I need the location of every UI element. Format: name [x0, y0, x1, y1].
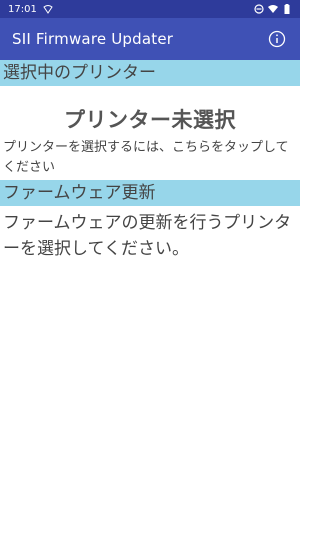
app-title: SII Firmware Updater	[12, 30, 174, 48]
status-bar: 17:01	[0, 0, 300, 18]
firmware-update-message: ファームウェアの更新を行うプリンターを選択してください。	[3, 213, 292, 259]
status-right	[254, 4, 292, 14]
wifi-icon	[268, 4, 278, 14]
do-not-disturb-icon	[254, 4, 264, 14]
wifi-calling-icon	[43, 4, 53, 14]
select-printer-area[interactable]: プリンター未選択 プリンターを選択するには、こちらをタップしてください	[0, 104, 300, 178]
info-button[interactable]	[264, 26, 290, 52]
status-time: 17:01	[8, 3, 37, 15]
selected-printer-header: 選択中のプリンター	[0, 60, 300, 86]
firmware-update-header: ファームウェア更新	[0, 180, 300, 206]
app-bar: SII Firmware Updater	[0, 18, 300, 60]
status-left: 17:01	[8, 4, 53, 15]
battery-icon	[282, 4, 292, 14]
printer-select-hint: プリンターを選択するには、こちらをタップしてください	[3, 140, 289, 175]
printer-status: プリンター未選択	[64, 108, 236, 132]
info-icon	[268, 30, 286, 48]
